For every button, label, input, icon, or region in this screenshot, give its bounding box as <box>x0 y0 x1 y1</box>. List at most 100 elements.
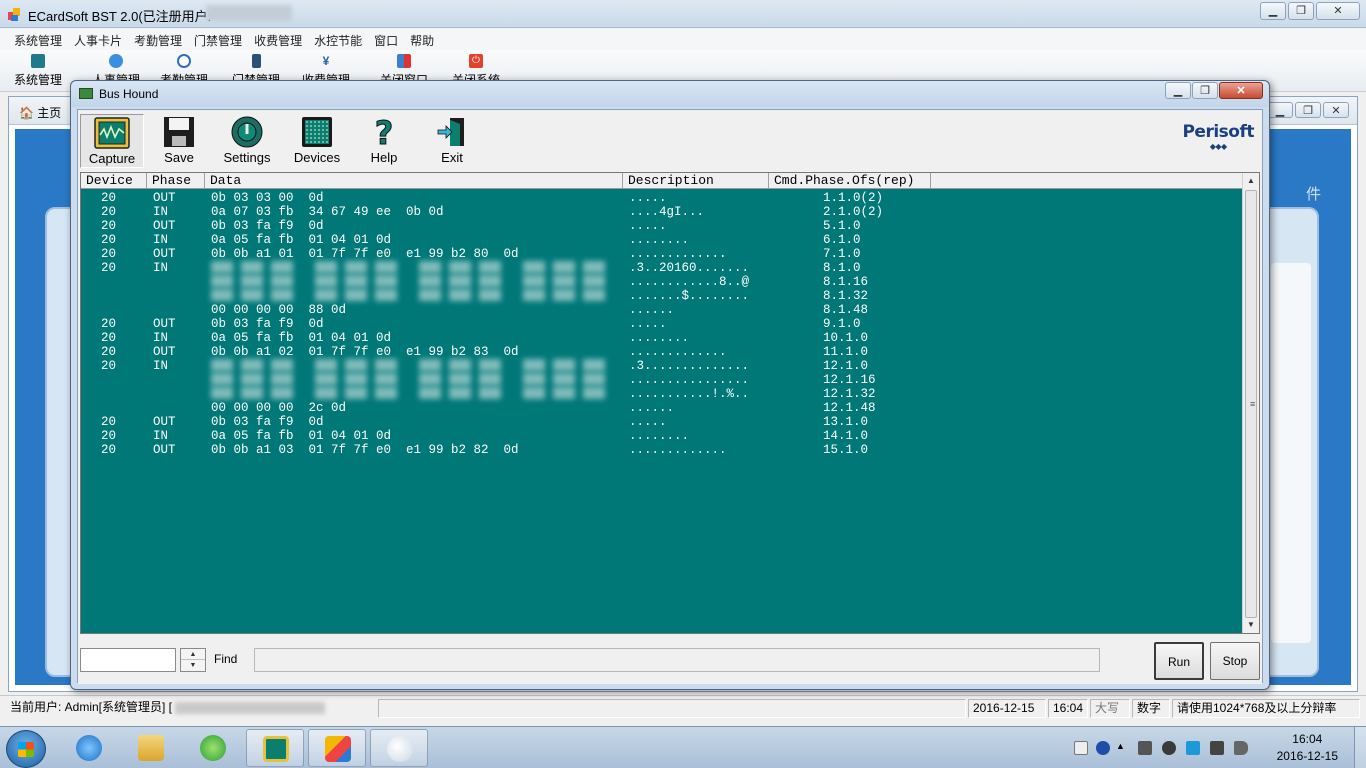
capture-row[interactable]: 00 00 00 00 88 0d...... 8.1.48 <box>81 303 1241 317</box>
capture-row[interactable]: 20 IN 0a 05 fa fb 01 04 01 0d........ 14.1.… <box>81 429 1241 443</box>
cell-data: 0b 03 fa f9 0d <box>211 317 324 331</box>
menu-billing[interactable]: 收费管理 <box>248 29 308 50</box>
tray-app-icon[interactable] <box>1138 741 1152 755</box>
cell-description: ..... <box>629 415 667 429</box>
taskbar-paint[interactable] <box>370 729 428 767</box>
cell-cmd: 8.1.16 <box>823 275 869 289</box>
exit-door-icon <box>437 118 464 146</box>
cell-phase: IN <box>153 331 169 345</box>
taskbar-browser[interactable] <box>184 729 242 767</box>
tray-expand-icon[interactable]: ▲ <box>1116 741 1125 755</box>
col-phase[interactable]: Phase <box>147 173 205 189</box>
toolbar-system-button[interactable]: 系统管理 <box>14 54 62 88</box>
find-input[interactable] <box>80 648 176 672</box>
capture-button[interactable]: Capture <box>80 114 144 168</box>
menu-access[interactable]: 门禁管理 <box>188 29 248 50</box>
tray-satellite-icon[interactable] <box>1162 741 1176 755</box>
redacted-data <box>211 373 615 385</box>
col-data[interactable]: Data <box>205 173 623 189</box>
capture-row[interactable]: 20 IN 0a 05 fa fb 01 04 01 0d........ 10.1.… <box>81 331 1241 345</box>
col-device[interactable]: Device <box>81 173 147 189</box>
show-desktop-button[interactable] <box>1354 727 1366 768</box>
restore-button[interactable]: ❐ <box>1288 2 1314 20</box>
child-restore-button[interactable]: ❐ <box>1295 102 1321 118</box>
taskbar: ▲ 16:04 2016-12-15 <box>0 726 1366 768</box>
scroll-up-arrow-icon[interactable]: ▲ <box>1243 173 1259 189</box>
spin-down-icon[interactable]: ▼ <box>181 660 205 671</box>
bushound-window: Bus Hound ▁ ❐ ✕ Capture Save Settings De… <box>70 80 1270 690</box>
col-description[interactable]: Description <box>623 173 769 189</box>
help-tray-icon[interactable] <box>1096 741 1110 755</box>
capture-row[interactable]: 20 OUT 0b 03 03 00 0d..... 1.1.0(2) <box>81 191 1241 205</box>
spin-up-icon[interactable]: ▲ <box>181 649 205 660</box>
menu-help[interactable]: 帮助 <box>404 29 440 50</box>
settings-button[interactable]: Settings <box>220 114 274 165</box>
find-spinner[interactable]: ▲ ▼ <box>180 648 206 672</box>
taskbar-ecardsoft[interactable] <box>308 729 366 767</box>
keyboard-icon[interactable] <box>1074 741 1088 755</box>
tab-home[interactable]: 🏠 主页 <box>19 104 61 121</box>
child-close-button[interactable]: ✕ <box>1323 102 1349 118</box>
capture-row[interactable]: 20 OUT 0b 0b a1 02 01 7f 7f e0 e1 99 b2 83… <box>81 345 1241 359</box>
ecardsoft-taskbar-icon <box>325 736 351 762</box>
cell-cmd: 1.1.0(2) <box>823 191 884 205</box>
taskbar-ie[interactable] <box>60 729 118 767</box>
help-button[interactable]: ? Help <box>364 114 404 165</box>
status-caps: 大写 <box>1090 699 1130 718</box>
bushound-minimize-button[interactable]: ▁ <box>1165 82 1191 99</box>
capture-row[interactable]: ............8..@ 8.1.16 <box>81 275 1241 289</box>
cell-cmd: 12.1.32 <box>823 387 876 401</box>
bushound-close-button[interactable]: ✕ <box>1219 82 1263 99</box>
child-minimize-button[interactable]: ▁ <box>1267 102 1293 118</box>
devices-button[interactable]: Devices <box>290 114 344 165</box>
bushound-maximize-button[interactable]: ❐ <box>1192 82 1218 99</box>
minimize-button[interactable]: ▁ <box>1260 2 1286 20</box>
cell-description: ..... <box>629 219 667 233</box>
network-icon[interactable] <box>1210 741 1224 755</box>
status-blank <box>378 699 966 718</box>
save-button[interactable]: Save <box>156 114 202 165</box>
taskbar-bushound[interactable] <box>246 729 304 767</box>
cell-cmd: 12.1.0 <box>823 359 869 373</box>
cell-description: ..... <box>629 191 667 205</box>
capture-row[interactable]: ................ 12.1.16 <box>81 373 1241 387</box>
volume-icon[interactable] <box>1234 741 1248 755</box>
exit-button[interactable]: Exit <box>432 114 472 165</box>
stop-button[interactable]: Stop <box>1210 642 1260 680</box>
capture-row[interactable]: 20 OUT 0b 03 fa f9 0d..... 9.1.0 <box>81 317 1241 331</box>
bushound-title-bar: Bus Hound ▁ ❐ ✕ <box>71 81 1269 107</box>
taskbar-explorer[interactable] <box>122 729 180 767</box>
tray-update-icon[interactable] <box>1186 741 1200 755</box>
capture-row[interactable]: 20 IN .3.............. 12.1.0 <box>81 359 1241 373</box>
grid-vertical-scrollbar[interactable]: ▲ ≡ ▼ <box>1242 173 1259 633</box>
menu-system[interactable]: 系统管理 <box>8 29 68 50</box>
capture-row[interactable]: 20 IN .3..20160....... 8.1.0 <box>81 261 1241 275</box>
menu-water[interactable]: 水控节能 <box>308 29 368 50</box>
capture-row[interactable]: 20 IN 0a 05 fa fb 01 04 01 0d........ 6.1.0 <box>81 233 1241 247</box>
capture-row[interactable]: 20 OUT 0b 03 fa f9 0d..... 13.1.0 <box>81 415 1241 429</box>
capture-row[interactable]: 20 OUT 0b 0b a1 03 01 7f 7f e0 e1 99 b2 82… <box>81 443 1241 457</box>
start-button[interactable] <box>6 730 46 768</box>
capture-row[interactable]: ...........!.%.. 12.1.32 <box>81 387 1241 401</box>
capture-grid[interactable]: Device Phase Data Description Cmd.Phase.… <box>80 172 1260 634</box>
capture-row[interactable]: 20 OUT 0b 0b a1 01 01 7f 7f e0 e1 99 b2 80… <box>81 247 1241 261</box>
capture-row[interactable]: .......$........ 8.1.32 <box>81 289 1241 303</box>
tray-clock[interactable]: 16:04 2016-12-15 <box>1277 731 1338 765</box>
scroll-thumb[interactable]: ≡ <box>1245 190 1257 618</box>
menu-attendance[interactable]: 考勤管理 <box>128 29 188 50</box>
grid-header: Device Phase Data Description Cmd.Phase.… <box>81 173 1243 189</box>
scroll-down-arrow-icon[interactable]: ▼ <box>1243 617 1259 633</box>
close-button[interactable]: ✕ <box>1316 2 1360 20</box>
col-cmd-phase-ofs[interactable]: Cmd.Phase.Ofs(rep) <box>769 173 931 189</box>
cell-description: ............. <box>629 247 727 261</box>
cell-cmd: 12.1.48 <box>823 401 876 415</box>
status-date: 2016-12-15 <box>968 699 1046 718</box>
capture-row[interactable]: 20 OUT 0b 03 fa f9 0d..... 5.1.0 <box>81 219 1241 233</box>
menu-window[interactable]: 窗口 <box>368 29 404 50</box>
cell-description: ........ <box>629 429 690 443</box>
run-button[interactable]: Run <box>1154 642 1204 680</box>
cell-description: ..... <box>629 317 667 331</box>
capture-row[interactable]: 20 IN 0a 07 03 fb 34 67 49 ee 0b 0d ....4gI… <box>81 205 1241 219</box>
menu-personnel[interactable]: 人事卡片 <box>68 29 128 50</box>
capture-row[interactable]: 00 00 00 00 2c 0d...... 12.1.48 <box>81 401 1241 415</box>
